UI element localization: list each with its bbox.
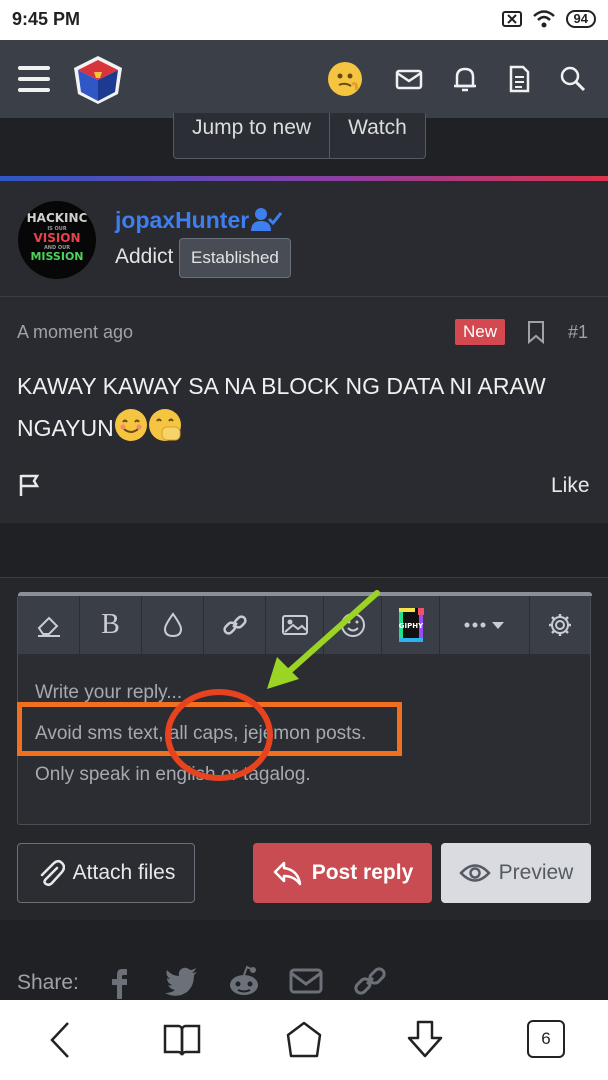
more-options-icon[interactable] [440,596,530,654]
user-title: Addict [115,245,174,268]
share-link-icon[interactable] [352,963,388,999]
menu-icon[interactable] [18,66,50,92]
color-drop-icon[interactable] [142,596,204,654]
app-header [0,40,608,118]
attach-files-button[interactable]: Attach files [17,843,195,903]
battery-indicator: 94 [565,10,596,28]
status-time: 9:45 PM [12,9,81,29]
jump-to-new-button[interactable]: Jump to new [174,113,329,158]
placeholder-line: Write your reply... [35,682,183,703]
preview-button[interactable]: Preview [441,843,591,903]
site-logo[interactable] [72,54,124,106]
avatar[interactable]: HACKINC IS OUR VISION AND OUR MISSION [18,201,96,279]
post-number[interactable]: #1 [568,322,588,343]
hand-over-mouth-emoji-icon [148,409,181,441]
facebook-icon[interactable] [106,963,130,999]
new-badge: New [455,319,506,345]
email-icon[interactable] [288,963,324,999]
watch-button[interactable]: Watch [329,113,425,158]
avatar-text: HACKINC [26,211,88,225]
separator [0,523,608,577]
back-icon[interactable] [46,1020,74,1060]
report-flag-icon[interactable] [17,472,43,498]
annotation-arrow-icon [267,590,380,689]
twitter-icon[interactable] [163,963,199,999]
bookmark-icon[interactable] [526,320,546,344]
post-user-row: HACKINC IS OUR VISION AND OUR MISSION jo… [0,181,608,297]
share-label: Share: [17,971,79,994]
whats-new-icon[interactable] [502,62,536,96]
settings-icon[interactable] [530,596,590,654]
search-icon[interactable] [556,62,590,96]
annotation-circle [165,689,273,781]
bookmarks-book-icon[interactable] [162,1022,202,1058]
post-text: KAWAY KAWAY SA NA BLOCK NG DATA NI ARAW … [17,373,546,441]
user-avatar[interactable] [328,62,362,96]
paperclip-icon [40,860,65,887]
post-reply-button[interactable]: Post reply [253,843,432,903]
no-sim-icon [501,11,522,27]
eraser-icon[interactable] [18,596,80,654]
post-time[interactable]: A moment ago [17,322,133,343]
user-verified-icon [251,208,282,231]
giphy-label: GIPHY [398,622,423,630]
reddit-icon[interactable] [226,963,262,999]
giphy-icon[interactable]: GIPHY [382,596,440,654]
avatar-text: MISSION [30,250,84,263]
smiling-emoji-icon [114,409,147,441]
username[interactable]: jopaxHunter [115,207,249,234]
post-body: KAWAY KAWAY SA NA BLOCK NG DATA NI ARAW … [17,365,597,449]
preview-label: Preview [498,861,574,884]
thread-actions: Jump to new Watch [173,113,426,159]
tabs-count-button[interactable]: 6 [527,1020,565,1058]
inbox-icon[interactable] [392,62,426,96]
user-banner: Established [179,238,291,278]
eye-icon [458,864,491,882]
alerts-bell-icon[interactable] [448,62,482,96]
like-button[interactable]: Like [551,474,590,498]
status-bar: 9:45 PM 94 [0,0,608,40]
download-icon[interactable] [404,1018,446,1060]
reply-arrow-icon [273,861,301,886]
status-icons: 94 [501,10,596,28]
avatar-text: VISION [33,231,81,245]
wifi-icon [532,10,555,28]
bold-icon[interactable]: B [80,596,142,654]
placeholder-line: Only speak in english or tagalog. [35,764,311,785]
post: HACKINC IS OUR VISION AND OUR MISSION jo… [0,181,608,523]
home-icon[interactable] [284,1020,324,1060]
post-reply-label: Post reply [311,861,414,884]
attach-files-label: Attach files [72,861,176,884]
